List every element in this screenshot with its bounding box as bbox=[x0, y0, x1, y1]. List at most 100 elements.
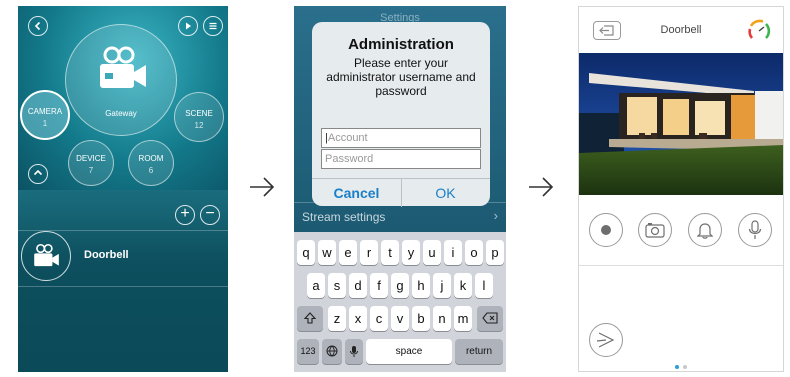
password-input[interactable]: Password bbox=[321, 149, 481, 169]
dictation-key[interactable] bbox=[345, 339, 363, 364]
globe-key[interactable] bbox=[322, 339, 342, 364]
list-divider bbox=[18, 286, 228, 287]
snapshot-button[interactable] bbox=[638, 213, 672, 247]
bell-icon bbox=[697, 223, 713, 239]
key-r[interactable]: r bbox=[360, 240, 378, 265]
device-category-label: DEVICE bbox=[76, 154, 106, 163]
gateway-label: Gateway bbox=[105, 109, 137, 118]
record-icon bbox=[601, 225, 611, 235]
minus-icon: − bbox=[205, 205, 215, 222]
header: Doorbell bbox=[579, 7, 783, 53]
key-m[interactable]: m bbox=[454, 306, 472, 331]
unlock-icon bbox=[596, 332, 615, 348]
key-l[interactable]: l bbox=[475, 273, 493, 298]
delete-key[interactable] bbox=[477, 306, 503, 331]
plus-icon: + bbox=[180, 205, 190, 222]
key-p[interactable]: p bbox=[486, 240, 504, 265]
admin-dialog: Administration Please enter your adminis… bbox=[312, 22, 490, 207]
remove-device-button[interactable]: − bbox=[200, 205, 220, 225]
flow-arrow bbox=[527, 172, 555, 207]
shift-key[interactable] bbox=[297, 306, 323, 331]
camera-category[interactable]: CAMERA 1 bbox=[20, 90, 70, 140]
key-s[interactable]: s bbox=[328, 273, 346, 298]
return-key[interactable]: return bbox=[455, 339, 503, 364]
page-dot[interactable] bbox=[675, 365, 679, 369]
chevron-right-icon: › bbox=[493, 208, 498, 223]
chevron-up-icon bbox=[33, 169, 43, 176]
key-w[interactable]: w bbox=[318, 240, 336, 265]
camera-icon bbox=[645, 223, 665, 238]
back-button[interactable] bbox=[28, 16, 48, 36]
key-f[interactable]: f bbox=[370, 273, 388, 298]
device-list: + − Doorbell bbox=[18, 190, 228, 372]
house-image bbox=[579, 53, 783, 195]
flow-arrow bbox=[248, 172, 276, 207]
section-divider bbox=[579, 265, 783, 266]
globe-icon bbox=[326, 345, 338, 357]
key-t[interactable]: t bbox=[381, 240, 399, 265]
backspace-icon bbox=[482, 312, 498, 324]
hamburger-icon bbox=[209, 22, 217, 30]
play-menu-button[interactable] bbox=[178, 16, 198, 36]
cancel-button[interactable]: Cancel bbox=[312, 179, 401, 207]
key-n[interactable]: n bbox=[433, 306, 451, 331]
device-category[interactable]: DEVICE 7 bbox=[68, 140, 114, 186]
arrow-right-icon bbox=[529, 177, 554, 197]
space-key[interactable]: space bbox=[366, 339, 452, 364]
key-k[interactable]: k bbox=[454, 273, 472, 298]
record-button[interactable] bbox=[589, 213, 623, 247]
key-e[interactable]: e bbox=[339, 240, 357, 265]
room-category-label: ROOM bbox=[138, 154, 164, 163]
room-category[interactable]: ROOM 6 bbox=[128, 140, 174, 186]
play-icon bbox=[186, 22, 191, 30]
arrow-right-icon bbox=[250, 177, 275, 197]
video-feed[interactable] bbox=[579, 53, 783, 195]
key-g[interactable]: g bbox=[391, 273, 409, 298]
key-z[interactable]: z bbox=[328, 306, 346, 331]
key-h[interactable]: h bbox=[412, 273, 430, 298]
signal-needle bbox=[758, 26, 765, 32]
list-item-doorbell[interactable]: Doorbell bbox=[18, 230, 228, 284]
camera-category-label: CAMERA bbox=[27, 107, 63, 116]
signal-arc bbox=[749, 19, 764, 27]
add-device-button[interactable]: + bbox=[175, 205, 195, 225]
talk-button[interactable] bbox=[738, 213, 772, 247]
dialog-message: Please enter your administrator username… bbox=[326, 56, 476, 98]
room-category-count: 6 bbox=[148, 166, 154, 175]
key-q[interactable]: q bbox=[297, 240, 315, 265]
account-input[interactable]: |Account bbox=[321, 128, 481, 148]
key-j[interactable]: j bbox=[433, 273, 451, 298]
key-i[interactable]: i bbox=[444, 240, 462, 265]
signal-gauge-icon bbox=[748, 19, 771, 39]
scene-category-label: SCENE bbox=[185, 109, 213, 118]
key-u[interactable]: u bbox=[423, 240, 441, 265]
key-x[interactable]: x bbox=[349, 306, 367, 331]
key-d[interactable]: d bbox=[349, 273, 367, 298]
ok-button[interactable]: OK bbox=[401, 179, 490, 207]
key-o[interactable]: o bbox=[465, 240, 483, 265]
home-panel: Gateway CAMERA 1 SCENE 12 DEVICE 7 ROOM … bbox=[18, 6, 228, 372]
collapse-button[interactable] bbox=[28, 164, 48, 184]
page-dot[interactable] bbox=[683, 365, 687, 369]
key-y[interactable]: y bbox=[402, 240, 420, 265]
microphone-icon bbox=[748, 220, 762, 239]
key-b[interactable]: b bbox=[412, 306, 430, 331]
device-avatar bbox=[21, 231, 71, 281]
chime-button[interactable] bbox=[688, 213, 722, 247]
doorbell-panel: Doorbell bbox=[578, 6, 784, 372]
unlock-button[interactable] bbox=[589, 323, 623, 357]
stream-settings-row[interactable]: Stream settings bbox=[302, 210, 385, 224]
menu-button[interactable] bbox=[203, 16, 223, 36]
keyboard: q w e r t y u i o p a s d f g h j k l z … bbox=[294, 232, 506, 372]
signal-arc bbox=[764, 23, 771, 39]
key-c[interactable]: c bbox=[370, 306, 388, 331]
gateway-circle[interactable]: Gateway bbox=[65, 24, 177, 136]
numbers-key[interactable]: 123 bbox=[297, 339, 319, 364]
category-area: Gateway CAMERA 1 SCENE 12 DEVICE 7 ROOM … bbox=[18, 6, 228, 190]
camera-icon bbox=[100, 46, 146, 88]
scene-category[interactable]: SCENE 12 bbox=[174, 92, 224, 142]
camera-category-count: 1 bbox=[42, 119, 48, 128]
dialog-title: Administration bbox=[348, 36, 454, 53]
key-a[interactable]: a bbox=[307, 273, 325, 298]
key-v[interactable]: v bbox=[391, 306, 409, 331]
